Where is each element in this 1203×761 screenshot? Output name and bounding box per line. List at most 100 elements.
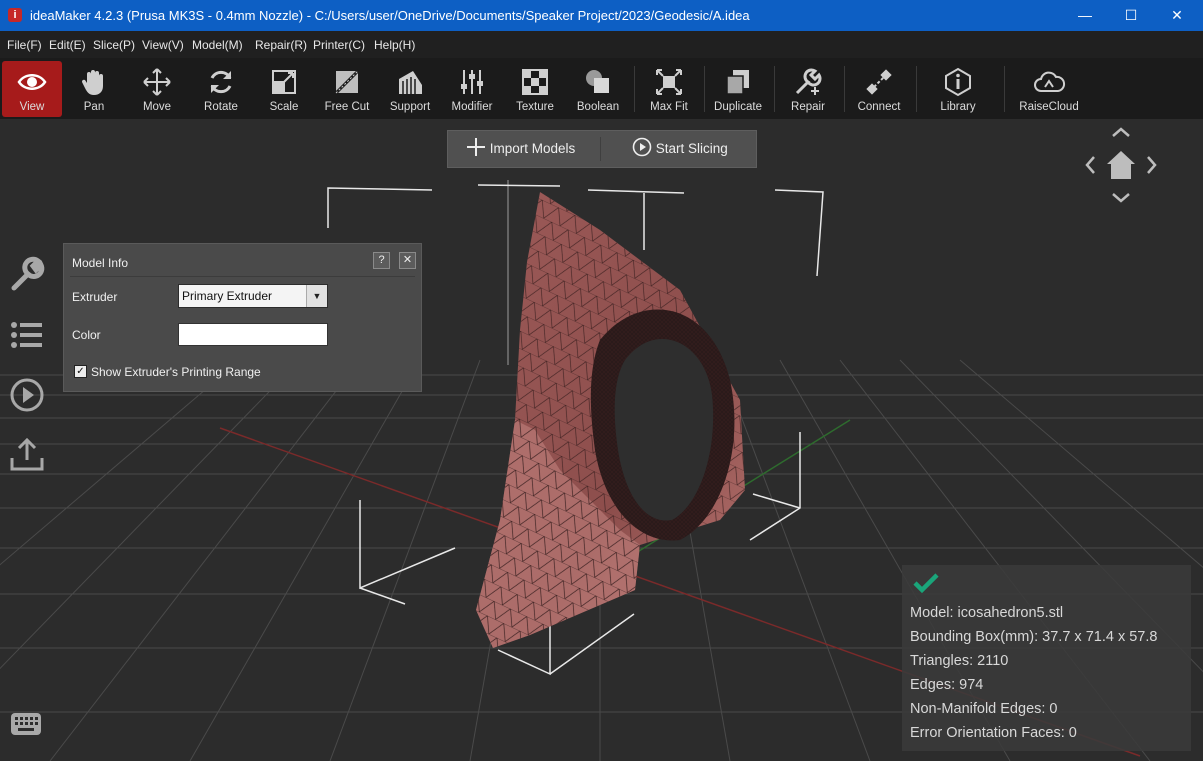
texture-checker-icon — [506, 67, 564, 97]
color-label: Color — [72, 328, 101, 342]
export-upload-icon[interactable] — [8, 436, 46, 474]
top-action-bar: Import Models Start Slicing — [447, 130, 757, 168]
keyboard-icon[interactable] — [10, 712, 42, 741]
list-icon[interactable] — [8, 316, 46, 354]
extruder-select-value: Primary Extruder — [182, 289, 273, 303]
home-icon — [1107, 151, 1135, 179]
tool-repair-button[interactable]: Repair — [780, 61, 836, 117]
nav-down-icon — [1112, 193, 1130, 203]
tool-pan-button[interactable]: Pan — [66, 61, 122, 117]
toolbar-separator — [634, 66, 635, 112]
wrench-icon[interactable] — [8, 256, 46, 294]
toolbar-separator — [1004, 66, 1005, 112]
tool-label: Modifier — [451, 101, 493, 113]
duplicate-icon — [710, 67, 766, 97]
tool-label: Texture — [516, 101, 554, 113]
tool-label: Boolean — [576, 101, 620, 113]
menu-bar: File(F) Edit(E) Slice(P) View(V) Model(M… — [0, 31, 1203, 58]
nav-up-icon — [1112, 127, 1130, 137]
modifier-sliders-icon — [444, 67, 500, 97]
menu-printer[interactable]: Printer(C) — [313, 38, 365, 52]
tool-scale-button[interactable]: Scale — [256, 61, 312, 117]
tool-label: Max Fit — [650, 101, 688, 113]
tool-library-button[interactable]: Library — [928, 61, 988, 117]
close-window-button[interactable]: ✕ — [1154, 0, 1200, 31]
show-range-checkbox[interactable]: ✓ — [74, 365, 87, 378]
menu-repair[interactable]: Repair(R) — [255, 38, 307, 52]
play-icon[interactable] — [8, 376, 46, 414]
plus-icon — [467, 138, 485, 156]
max-fit-icon — [641, 67, 697, 97]
toolbar-separator — [844, 66, 845, 112]
tool-view-button[interactable]: View — [2, 61, 62, 117]
panel-divider — [70, 276, 415, 277]
tool-texture-button[interactable]: Texture — [506, 61, 564, 117]
tool-move-button[interactable]: Move — [128, 61, 186, 117]
triangles-text: Triangles: 2110 — [910, 653, 1009, 669]
tool-duplicate-button[interactable]: Duplicate — [710, 61, 766, 117]
action-divider — [600, 137, 601, 161]
maximize-button[interactable]: ☐ — [1108, 0, 1154, 31]
3d-model-mesh — [476, 192, 745, 648]
tool-raisecloud-button[interactable]: RaiseCloud — [1014, 61, 1084, 117]
app-logo-icon: i — [8, 8, 22, 22]
tool-label: Library — [940, 101, 976, 113]
import-models-label: Import Models — [489, 141, 576, 156]
wrench-plus-icon — [780, 67, 836, 97]
library-info-icon — [928, 67, 988, 97]
menu-model[interactable]: Model(M) — [192, 38, 243, 52]
color-swatch-field[interactable] — [178, 323, 328, 346]
bounding-box-text: Bounding Box(mm): 37.7 x 71.4 x 57.8 — [910, 629, 1158, 645]
error-faces-text: Error Orientation Faces: 0 — [910, 725, 1077, 741]
menu-view[interactable]: View(V) — [142, 38, 184, 52]
panel-title: Model Info — [72, 256, 129, 270]
extruder-label: Extruder — [72, 290, 118, 304]
main-toolbar: View Pan Move Rotate Scale Free Cut Supp… — [0, 58, 1203, 120]
chevron-down-icon: ▼ — [306, 285, 327, 307]
check-icon — [912, 571, 940, 599]
model-name-text: Model: icosahedron5.stl — [910, 605, 1064, 621]
title-bar: i ideaMaker 4.2.3 (Prusa MK3S - 0.4mm No… — [0, 0, 1203, 31]
menu-edit[interactable]: Edit(E) — [49, 38, 86, 52]
tool-connect-button[interactable]: Connect — [850, 61, 908, 117]
show-range-label: Show Extruder's Printing Range — [91, 365, 261, 379]
tool-label: Pan — [83, 101, 105, 113]
tool-modifier-button[interactable]: Modifier — [444, 61, 500, 117]
model-info-panel: Model Info ? ✕ Extruder Primary Extruder… — [63, 243, 422, 392]
free-cut-icon — [318, 67, 376, 97]
tool-rotate-button[interactable]: Rotate — [192, 61, 250, 117]
start-slicing-button[interactable]: Start Slicing — [632, 131, 728, 167]
tool-label: Repair — [791, 101, 825, 113]
rotate-icon — [192, 67, 250, 97]
tool-label: Duplicate — [714, 101, 762, 113]
window-title: ideaMaker 4.2.3 (Prusa MK3S - 0.4mm Nozz… — [30, 8, 750, 23]
tool-support-button[interactable]: Support — [382, 61, 438, 117]
support-icon — [382, 67, 438, 97]
tool-free-cut-button[interactable]: Free Cut — [318, 61, 376, 117]
tool-label: Scale — [269, 101, 299, 113]
tool-label: Connect — [857, 101, 901, 113]
menu-file[interactable]: File(F) — [7, 38, 42, 52]
tool-label: Rotate — [204, 101, 238, 113]
import-models-button[interactable]: Import Models — [466, 131, 575, 167]
play-circle-icon — [632, 137, 652, 157]
tool-boolean-button[interactable]: Boolean — [570, 61, 626, 117]
eye-icon — [2, 67, 62, 97]
view-navigation-control — [1080, 124, 1162, 206]
move-arrows-icon — [128, 67, 186, 97]
tool-max-fit-button[interactable]: Max Fit — [641, 61, 697, 117]
tool-label: RaiseCloud — [1019, 101, 1079, 113]
toolbar-separator — [916, 66, 917, 112]
nav-left-icon — [1085, 156, 1095, 174]
tool-label: Move — [142, 101, 172, 113]
minimize-button[interactable]: — — [1062, 0, 1108, 31]
non-manifold-text: Non-Manifold Edges: 0 — [910, 701, 1058, 717]
panel-close-button[interactable]: ✕ — [399, 252, 416, 269]
model-stats-overlay: Model: icosahedron5.stl Bounding Box(mm)… — [902, 565, 1191, 751]
menu-slice[interactable]: Slice(P) — [93, 38, 135, 52]
menu-help[interactable]: Help(H) — [374, 38, 415, 52]
boolean-shapes-icon — [570, 67, 626, 97]
start-slicing-label: Start Slicing — [655, 141, 728, 156]
extruder-select[interactable]: Primary Extruder ▼ — [178, 284, 328, 308]
help-button[interactable]: ? — [373, 252, 390, 269]
